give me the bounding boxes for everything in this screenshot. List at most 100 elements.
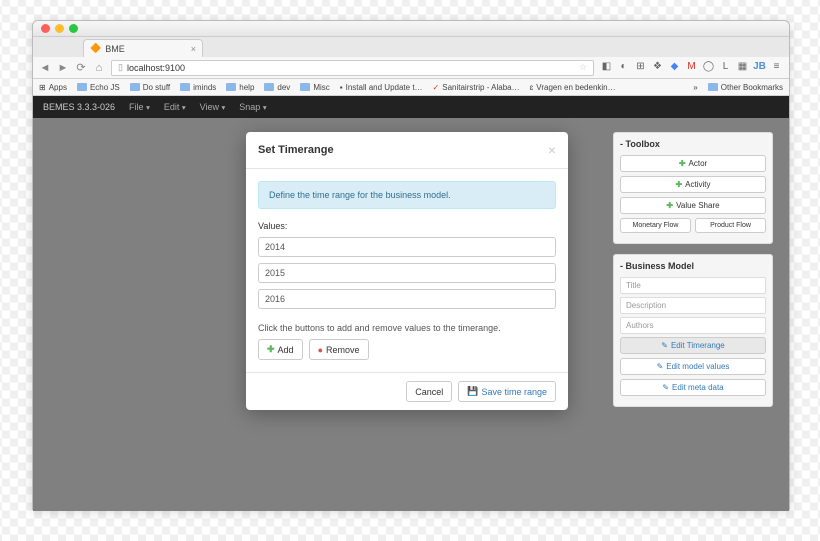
values-label: Values:	[258, 221, 556, 231]
page-icon: ✓	[433, 83, 440, 92]
bm-title: - Business Model	[620, 261, 766, 271]
favicon-icon: 🔶	[90, 43, 101, 54]
pencil-icon: ✎	[661, 341, 668, 350]
bm-authors-field[interactable]: Authors	[620, 317, 766, 334]
edit-timerange-button[interactable]: ✎Edit Timerange	[620, 337, 766, 354]
star-icon[interactable]: ☆	[579, 62, 587, 73]
monetary-flow-button[interactable]: Monetary Flow	[620, 218, 691, 233]
bookmark-item[interactable]: ▪Install and Update t…	[340, 83, 423, 92]
activity-button[interactable]: ✚Activity	[620, 176, 766, 193]
bookmark-item[interactable]: help	[226, 83, 254, 92]
plus-icon: ✚	[675, 180, 682, 189]
folder-icon	[77, 83, 87, 91]
page-icon: ɛ	[530, 83, 534, 92]
toolbox-panel: - Toolbox ✚Actor ✚Activity ✚Value Share …	[613, 132, 773, 244]
page-icon: ▪	[340, 83, 343, 92]
tab-title: BME	[105, 44, 125, 54]
reload-icon[interactable]: ⟳	[75, 62, 87, 74]
menu-edit[interactable]: Edit ▾	[164, 102, 186, 112]
folder-icon	[180, 83, 190, 91]
bookmark-item[interactable]: iminds	[180, 83, 216, 92]
edit-values-button[interactable]: ✎Edit model values	[620, 358, 766, 375]
bookmark-item[interactable]: ✓Sanitairstrip - Alaba…	[433, 83, 520, 92]
modal-backdrop: - Toolbox ✚Actor ✚Activity ✚Value Share …	[33, 118, 789, 511]
save-icon: 💾	[467, 386, 478, 397]
folder-icon	[264, 83, 274, 91]
modal-header: Set Timerange ×	[246, 132, 568, 169]
ext-icon[interactable]: ⊞	[634, 61, 647, 74]
add-button[interactable]: ✚Add	[258, 339, 303, 360]
right-sidebar: - Toolbox ✚Actor ✚Activity ✚Value Share …	[613, 132, 773, 417]
set-timerange-modal: Set Timerange × Define the time range fo…	[246, 132, 568, 410]
folder-icon	[708, 83, 718, 91]
app-brand: BEMES 3.3.3-026	[43, 102, 115, 112]
window-controls	[33, 21, 789, 37]
ext-icon[interactable]: ▦	[736, 61, 749, 74]
apps-icon: ⊞	[39, 83, 46, 92]
value-input-1[interactable]	[258, 263, 556, 283]
value-input-0[interactable]	[258, 237, 556, 257]
pencil-icon: ✎	[657, 362, 664, 371]
ext-icon[interactable]: ◯	[702, 61, 715, 74]
page-content: BEMES 3.3.3-026 File ▾ Edit ▾ View ▾ Sna…	[33, 96, 789, 511]
browser-window: 🔶 BME × ◄ ► ⟳ ⌂ ▯ localhost:9100 ☆ ◧ ◐ ⊞…	[32, 20, 790, 510]
home-icon[interactable]: ⌂	[93, 62, 105, 74]
forward-icon[interactable]: ►	[57, 62, 69, 74]
back-icon[interactable]: ◄	[39, 62, 51, 74]
folder-icon	[300, 83, 310, 91]
value-input-2[interactable]	[258, 289, 556, 309]
toolbox-title: - Toolbox	[620, 139, 766, 149]
modal-body: Define the time range for the business m…	[246, 169, 568, 372]
close-window-icon[interactable]	[41, 24, 50, 33]
menu-view[interactable]: View ▾	[200, 102, 226, 112]
bm-title-field[interactable]: Title	[620, 277, 766, 294]
bm-description-field[interactable]: Description	[620, 297, 766, 314]
bookmark-item[interactable]: ⊞Apps	[39, 83, 67, 92]
page-icon: ▯	[118, 62, 123, 73]
desktop: 🔶 BME × ◄ ► ⟳ ⌂ ▯ localhost:9100 ☆ ◧ ◐ ⊞…	[0, 0, 820, 541]
ext-icon[interactable]: ◐	[617, 61, 630, 74]
url-text: localhost:9100	[127, 63, 185, 73]
ext-icon[interactable]: M	[685, 61, 698, 74]
other-bookmarks[interactable]: Other Bookmarks	[708, 83, 783, 92]
save-button[interactable]: 💾Save time range	[458, 381, 556, 402]
bookmark-item[interactable]: Misc	[300, 83, 329, 92]
browser-tab[interactable]: 🔶 BME ×	[83, 39, 203, 57]
tab-strip: 🔶 BME ×	[33, 37, 789, 57]
folder-icon	[130, 83, 140, 91]
app-menubar: BEMES 3.3.3-026 File ▾ Edit ▾ View ▾ Sna…	[33, 96, 789, 118]
ext-icon[interactable]: ◆	[668, 61, 681, 74]
remove-button[interactable]: ●Remove	[309, 339, 369, 360]
actor-button[interactable]: ✚Actor	[620, 155, 766, 172]
value-share-button[interactable]: ✚Value Share	[620, 197, 766, 214]
bookmark-overflow[interactable]: »	[693, 83, 697, 92]
close-tab-icon[interactable]: ×	[191, 44, 196, 54]
pencil-icon: ✎	[662, 383, 669, 392]
close-icon[interactable]: ×	[548, 142, 556, 158]
bookmark-item[interactable]: Echo JS	[77, 83, 120, 92]
edit-meta-button[interactable]: ✎Edit meta data	[620, 379, 766, 396]
business-model-panel: - Business Model Title Description Autho…	[613, 254, 773, 407]
modal-title: Set Timerange	[258, 144, 334, 156]
plus-icon: ✚	[679, 159, 686, 168]
plus-icon: ✚	[267, 344, 275, 355]
ext-icon[interactable]: JB	[753, 61, 766, 74]
bookmark-item[interactable]: Do stuff	[130, 83, 170, 92]
url-input[interactable]: ▯ localhost:9100 ☆	[111, 60, 594, 76]
bookmark-item[interactable]: ɛVragen en bedenkin…	[530, 83, 616, 92]
menu-snap[interactable]: Snap ▾	[239, 102, 266, 112]
menu-file[interactable]: File ▾	[129, 102, 150, 112]
product-flow-button[interactable]: Product Flow	[695, 218, 766, 233]
menu-icon[interactable]: ≡	[770, 61, 783, 74]
ext-icon[interactable]: ❖	[651, 61, 664, 74]
ext-icon[interactable]: ◧	[600, 61, 613, 74]
cancel-button[interactable]: Cancel	[406, 381, 452, 402]
bookmark-item[interactable]: dev	[264, 83, 290, 92]
maximize-window-icon[interactable]	[69, 24, 78, 33]
minus-icon: ●	[318, 345, 323, 355]
ext-icon[interactable]: L	[719, 61, 732, 74]
bookmarks-bar: ⊞Apps Echo JS Do stuff iminds help dev M…	[33, 79, 789, 96]
address-bar: ◄ ► ⟳ ⌂ ▯ localhost:9100 ☆ ◧ ◐ ⊞ ❖ ◆ M ◯…	[33, 57, 789, 79]
extension-icons: ◧ ◐ ⊞ ❖ ◆ M ◯ L ▦ JB ≡	[600, 61, 783, 74]
minimize-window-icon[interactable]	[55, 24, 64, 33]
